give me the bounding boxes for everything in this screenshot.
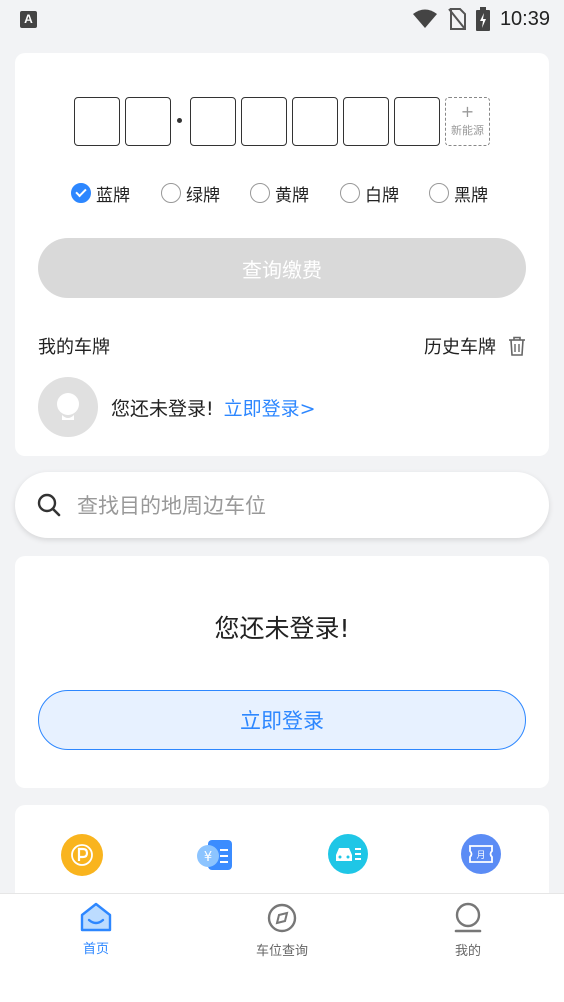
nav-home[interactable]: 首页 xyxy=(36,902,156,957)
bottom-nav: 首页 车位查询 我的 xyxy=(0,893,564,1002)
my-plates-label: 我的车牌 xyxy=(38,337,110,358)
radio-icon xyxy=(340,183,360,203)
plate-color-black[interactable]: 黑牌 xyxy=(429,181,488,206)
login-card-title: 您还未登录! xyxy=(214,614,350,643)
nav-spot-query[interactable]: 车位查询 xyxy=(222,902,342,959)
no-sim-icon xyxy=(448,8,466,30)
plate-color-label: 绿牌 xyxy=(186,185,220,206)
search-placeholder: 查找目的地周边车位 xyxy=(77,494,266,518)
svg-text:月: 月 xyxy=(476,850,485,861)
svg-text:¥: ¥ xyxy=(204,850,212,865)
trash-icon[interactable] xyxy=(508,336,526,356)
login-prompt-row: 您还未登录! 立即登录> xyxy=(38,377,316,437)
query-pay-button[interactable]: 查询缴费 xyxy=(38,238,526,298)
plate-color-blue[interactable]: 蓝牌 xyxy=(71,181,130,206)
radio-icon xyxy=(250,183,270,203)
home-icon xyxy=(80,902,112,932)
monthly-ticket-service-button[interactable]: 月 xyxy=(461,834,501,874)
nav-mine-label: 我的 xyxy=(454,944,481,959)
plus-icon: + xyxy=(460,102,475,121)
plate-color-options: 蓝牌 绿牌 黄牌 白牌 黑牌 xyxy=(71,181,511,206)
plate-char-box-6[interactable] xyxy=(343,97,389,146)
plate-char-box-2[interactable] xyxy=(125,97,171,146)
plate-char-box-3[interactable] xyxy=(190,97,236,146)
avatar xyxy=(38,377,98,437)
car-list-icon xyxy=(336,848,361,861)
status-time: 10:39 xyxy=(499,7,550,30)
nav-mine[interactable]: 我的 xyxy=(408,902,528,959)
monthly-ticket-icon: 月 xyxy=(469,845,493,863)
radio-icon xyxy=(429,183,449,203)
plate-separator-dot xyxy=(177,118,182,123)
search-bar[interactable]: 查找目的地周边车位 xyxy=(15,472,549,538)
plate-char-box-7[interactable] xyxy=(394,97,440,146)
login-link[interactable]: 立即登录> xyxy=(224,394,316,421)
plate-input-card: + 新能源 蓝牌 绿牌 黄牌 白牌 黑牌 查询缴费 我的车牌 历史车牌 您还未登… xyxy=(15,53,549,456)
status-bar: A 10:39 xyxy=(0,0,564,38)
plate-color-label: 黑牌 xyxy=(454,185,488,206)
radio-icon xyxy=(161,183,181,203)
login-button[interactable]: 立即登录 xyxy=(38,690,526,750)
default-avatar-icon xyxy=(57,393,79,420)
plate-char-box-4[interactable] xyxy=(241,97,287,146)
car-list-service-button[interactable] xyxy=(328,834,368,874)
plate-color-green[interactable]: 绿牌 xyxy=(161,181,220,206)
plate-color-label: 黄牌 xyxy=(275,185,309,206)
search-icon xyxy=(37,493,61,517)
history-plates-button[interactable]: 历史车牌 xyxy=(424,333,526,359)
nav-spot-query-label: 车位查询 xyxy=(255,944,308,959)
new-energy-label: 新能源 xyxy=(451,124,484,137)
nav-home-label: 首页 xyxy=(82,942,109,957)
payment-record-icon: ¥ xyxy=(197,840,232,870)
radio-checked-icon xyxy=(71,183,91,203)
battery-charging-icon xyxy=(475,7,490,31)
new-energy-plate-box[interactable]: + 新能源 xyxy=(445,97,490,146)
plate-color-label: 蓝牌 xyxy=(96,185,130,206)
plate-char-box-1[interactable] xyxy=(74,97,120,146)
my-plate-row: 我的车牌 历史车牌 xyxy=(38,333,526,359)
wifi-icon xyxy=(412,9,437,28)
profile-icon xyxy=(454,902,482,933)
login-card: 您还未登录! 立即登录 xyxy=(15,556,549,788)
not-logged-in-text: 您还未登录! xyxy=(111,397,214,420)
compass-icon xyxy=(267,903,297,933)
plate-char-box-5[interactable] xyxy=(292,97,338,146)
parking-service-button[interactable] xyxy=(61,834,103,876)
plate-color-white[interactable]: 白牌 xyxy=(340,181,399,206)
plate-color-label: 白牌 xyxy=(365,185,399,206)
parking-icon xyxy=(71,844,93,866)
history-plates-label: 历史车牌 xyxy=(424,337,496,358)
notification-a-icon: A xyxy=(20,10,37,28)
plate-color-yellow[interactable]: 黄牌 xyxy=(250,181,309,206)
payment-record-service-button[interactable]: ¥ xyxy=(194,834,236,876)
